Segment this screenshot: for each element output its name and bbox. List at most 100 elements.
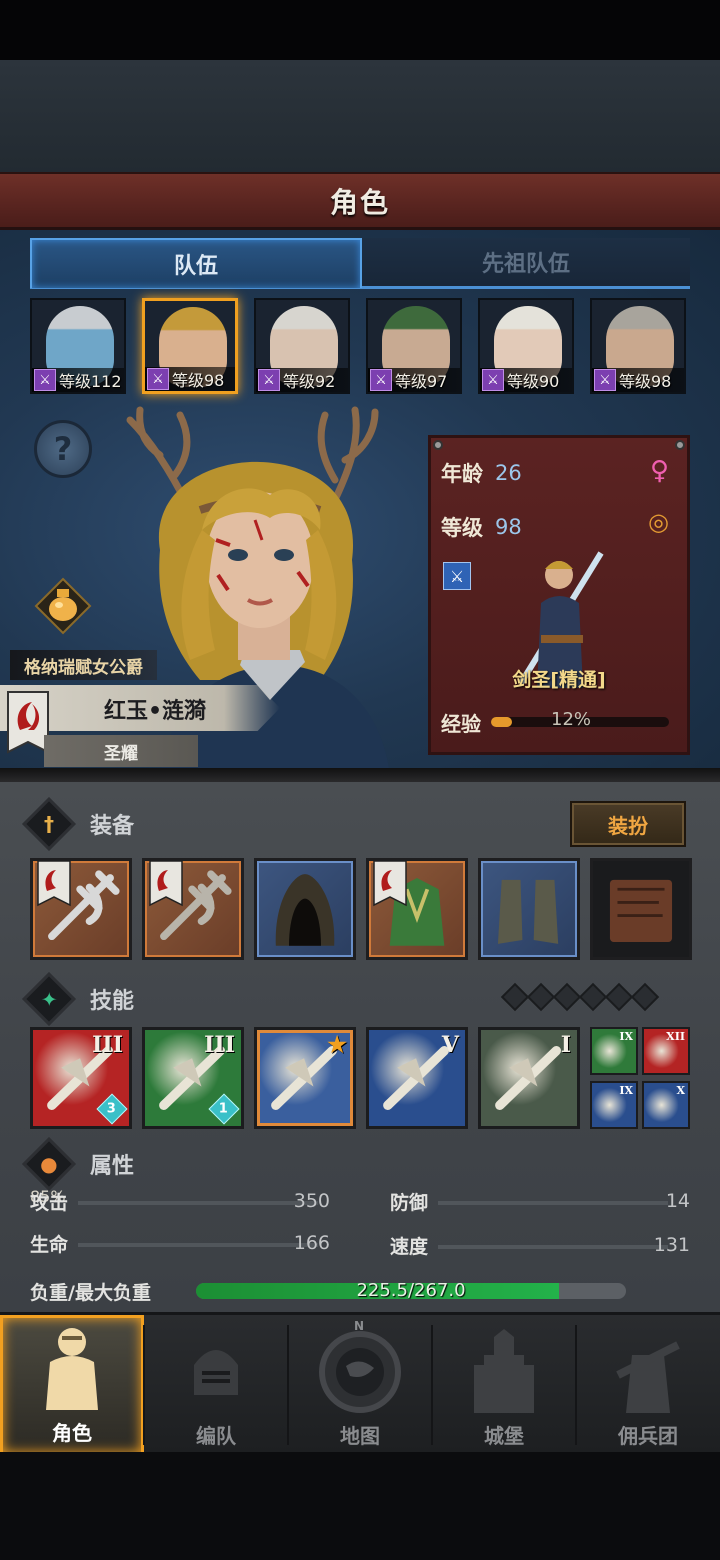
skill-point-pip: [500, 982, 530, 1012]
equipment-section-icon: †: [22, 797, 76, 851]
speed-value: 131: [653, 1234, 690, 1256]
portrait-level: ⚔ 等级92: [256, 368, 348, 392]
skill-point-pip: [630, 982, 660, 1012]
potion-icon: [34, 577, 92, 635]
speed-bar: [438, 1245, 668, 1249]
bottom-safe-area: [0, 1452, 720, 1560]
weapon-class-icon: ⚔: [370, 369, 392, 391]
roster-portrait[interactable]: ⚔ 等级98: [590, 298, 686, 394]
tab-ancestor-team[interactable]: 先祖队伍: [362, 238, 690, 288]
nav-compass-map[interactable]: N 地图: [288, 1315, 432, 1455]
armor-slot[interactable]: [366, 858, 468, 960]
weapon-class-icon: ⚔: [258, 369, 280, 391]
nav-separator: [575, 1325, 577, 1445]
level-row: 等级 98: [441, 512, 522, 542]
rivet: [675, 440, 685, 450]
skills-row: III 3 III 1 ★ V I IX XII IX X: [30, 1027, 692, 1129]
skill-slot[interactable]: III 3: [30, 1027, 132, 1129]
portrait-level-text: 等级90: [507, 372, 560, 391]
attack-bar: [78, 1201, 318, 1205]
skill-rank: III: [92, 1032, 123, 1058]
portrait-level: ⚔ 等级90: [480, 368, 572, 392]
nav-castle[interactable]: 城堡: [432, 1315, 576, 1455]
portrait-level: ⚔ 等级112: [32, 368, 124, 392]
equipment-item-icon: [497, 879, 559, 944]
question-icon: ?: [53, 430, 73, 468]
portrait-level: ⚔ 等级97: [368, 368, 460, 392]
passive-skill-slot[interactable]: IX: [590, 1081, 638, 1129]
skill-slot[interactable]: I: [478, 1027, 580, 1129]
compass-north-label: N: [354, 1319, 365, 1333]
level-value: 98: [495, 515, 522, 539]
roster-portrait[interactable]: ⚔ 等级92: [254, 298, 350, 394]
faction-flag-icon: [37, 861, 71, 907]
age-row: 年龄 26: [441, 458, 522, 488]
skill-point-pip: [552, 982, 582, 1012]
passive-skill-slot[interactable]: XII: [642, 1027, 690, 1075]
nav-label: 地图: [340, 1424, 380, 1448]
defense-value: 14: [665, 1190, 690, 1212]
nav-label: 编队: [196, 1424, 236, 1448]
hero-title: 格纳瑞赋女公爵: [10, 650, 157, 680]
equipment-item-icon: [275, 874, 335, 946]
passive-skill-rank: IX: [619, 1084, 633, 1097]
equipment-row: [30, 858, 692, 960]
nav-label: 佣兵团: [618, 1424, 678, 1448]
page-title: 角色: [329, 185, 390, 219]
equipment-item-icon: [609, 879, 673, 942]
castle-icon: [454, 1322, 554, 1418]
mercenary-icon: [598, 1322, 698, 1418]
potion-button[interactable]: [32, 575, 94, 637]
skill-slot[interactable]: III 1: [142, 1027, 244, 1129]
dress-up-button[interactable]: 装扮: [570, 801, 686, 847]
roster-portrait[interactable]: ⚔ 等级90: [478, 298, 574, 394]
passive-skill-slot[interactable]: IX: [590, 1027, 638, 1075]
hp-row: 生命 166: [30, 1229, 330, 1257]
skills-header: ✦ 技能: [22, 972, 558, 1026]
exp-percent: 12%: [551, 709, 592, 730]
nav-separator: [287, 1325, 289, 1445]
faction-flag-icon: [149, 861, 183, 907]
skill-rank: I: [560, 1032, 571, 1058]
nav-mercenary[interactable]: 佣兵团: [576, 1315, 720, 1455]
attributes-title: 属性: [90, 1154, 135, 1179]
skill-slot[interactable]: V: [366, 1027, 468, 1129]
stats-card: 年龄 26 ♀ 等级 98 ◎ ⚔ 剑圣[精通] 经验 12%: [428, 435, 690, 755]
tab-team[interactable]: 队伍: [30, 238, 362, 288]
exp-bar-fill: [491, 717, 513, 727]
hero-name: 红玉•涟漪: [104, 699, 207, 724]
help-button[interactable]: ?: [34, 420, 92, 478]
defense-bar: [438, 1201, 668, 1205]
halberd-slot[interactable]: [30, 858, 132, 960]
hood-slot[interactable]: [254, 858, 356, 960]
halberd-slot-2[interactable]: [142, 858, 244, 960]
speed-row: 速度 131: [390, 1231, 690, 1259]
skills-title: 技能: [90, 989, 135, 1014]
ring-icon: ◎: [648, 508, 669, 536]
equipment-header: † 装备: [22, 797, 558, 851]
portrait-level: ⚔ 等级98: [145, 367, 235, 391]
portrait-level-text: 等级112: [59, 372, 122, 391]
age-label: 年龄: [441, 462, 483, 486]
panel-divider: [0, 768, 720, 782]
nav-knight[interactable]: 角色: [0, 1315, 144, 1455]
roster-portrait[interactable]: ⚔ 等级97: [366, 298, 462, 394]
faction-label: 圣耀: [44, 735, 198, 767]
passive-skill-rank: XII: [666, 1030, 685, 1043]
nav-helmet[interactable]: 编队: [144, 1315, 288, 1455]
skills-section-icon: ✦: [22, 972, 76, 1026]
roster-portrait[interactable]: ⚔ 等级112: [30, 298, 126, 394]
book-slot[interactable]: [590, 858, 692, 960]
skill-slot[interactable]: ★: [254, 1027, 356, 1129]
boots-slot[interactable]: [478, 858, 580, 960]
equipment-title: 装备: [90, 814, 135, 839]
passive-skill-slot[interactable]: X: [642, 1081, 690, 1129]
nav-label: 角色: [52, 1421, 92, 1445]
weapon-class-icon: ⚔: [594, 369, 616, 391]
nav-separator: [143, 1325, 145, 1445]
top-background: [0, 60, 720, 175]
skill-rank: III: [204, 1032, 235, 1058]
skill-point-pip: [604, 982, 634, 1012]
roster-portrait[interactable]: ⚔ 等级98: [142, 298, 238, 394]
level-label: 等级: [441, 516, 483, 540]
